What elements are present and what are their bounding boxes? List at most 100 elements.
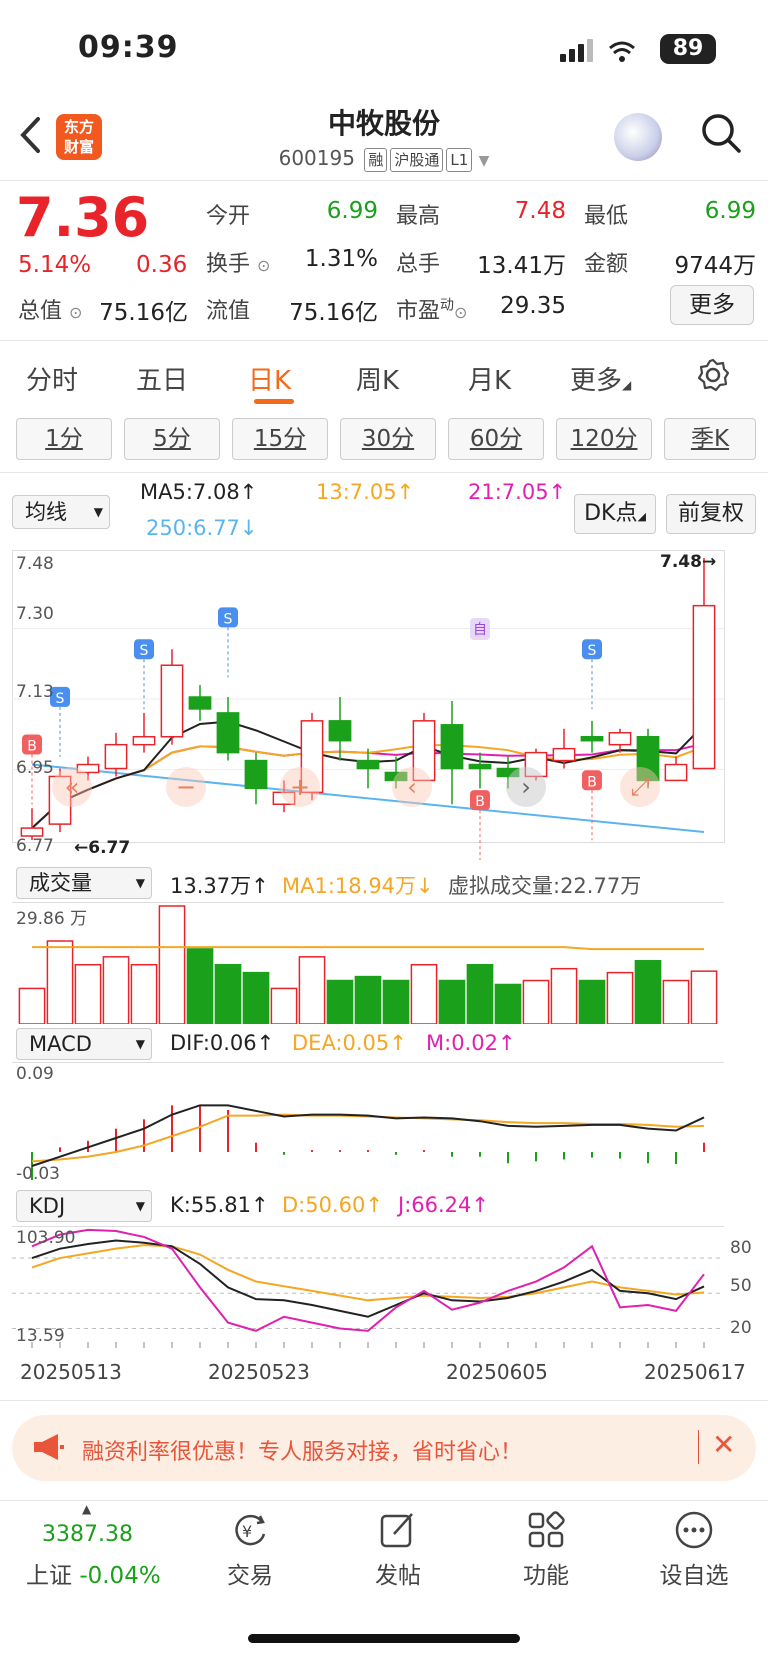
- zi-marker-label: 自: [473, 622, 487, 638]
- tag-l1: L1: [446, 148, 473, 172]
- max-marker: 7.48→: [660, 552, 717, 572]
- nav-trade[interactable]: 交易: [200, 1556, 300, 1590]
- function-icon[interactable]: [526, 1510, 566, 1554]
- axis-label: 7.30: [16, 604, 54, 624]
- period-quarter[interactable]: 季K: [664, 418, 756, 460]
- kdj-k: K:55.81↑: [170, 1193, 269, 1217]
- chart-control-icon: +: [290, 773, 310, 801]
- float-value: 75.16亿: [289, 300, 378, 326]
- nav-post[interactable]: 发帖: [348, 1556, 448, 1590]
- axis-label: 0.09: [16, 1064, 54, 1084]
- candle-body: [188, 696, 212, 710]
- active-tab-indicator: [254, 399, 294, 404]
- tab-monthly-k[interactable]: 月K: [468, 360, 511, 397]
- tab-intraday[interactable]: 分时: [26, 360, 78, 397]
- candle-body: [692, 604, 716, 770]
- period-1min[interactable]: 1分: [16, 418, 112, 460]
- tab-more[interactable]: 更多◢: [570, 360, 631, 397]
- kdj-j: J:66.24↑: [398, 1193, 489, 1217]
- volume-bar: [466, 963, 494, 1024]
- index-value[interactable]: 3387.38: [42, 1522, 133, 1547]
- kdj-chart[interactable]: [12, 1226, 756, 1350]
- candle-body: [356, 759, 380, 770]
- volume-bar: [690, 970, 718, 1024]
- volume-bar: [74, 963, 102, 1024]
- index-change[interactable]: 上证 -0.04%: [26, 1556, 161, 1590]
- tab-daily-k[interactable]: 日K: [248, 360, 291, 397]
- volume-chart[interactable]: [12, 902, 756, 1024]
- candle-body: [244, 759, 268, 790]
- kline-chart[interactable]: S S S S B B B 自 « − + ‹ › ⤢: [12, 550, 756, 860]
- chart-control-icon: «: [65, 773, 80, 801]
- volume-value: 13.37万↑: [170, 874, 269, 898]
- kdj-k-line: [31, 1239, 705, 1318]
- post-icon[interactable]: [378, 1510, 418, 1554]
- candle-body: [580, 735, 604, 742]
- min-marker: ←6.77: [74, 838, 131, 858]
- trade-icon[interactable]: ¥: [230, 1510, 270, 1554]
- settings-icon[interactable]: [696, 358, 730, 396]
- caret-up-icon: ▲: [82, 1502, 92, 1516]
- nav-add-watchlist[interactable]: 设自选: [644, 1556, 744, 1590]
- dropdown-icon: ▼: [478, 153, 490, 169]
- volume-bar: [550, 967, 578, 1024]
- mktcap-label[interactable]: 总值 ⊙: [18, 293, 82, 325]
- amount-value: 9744万: [674, 253, 756, 279]
- ma250-value: 250:6.77↓: [146, 516, 258, 540]
- period-120min[interactable]: 120分: [556, 418, 652, 460]
- period-30min[interactable]: 30分: [340, 418, 436, 460]
- b-marker-label: B: [475, 794, 485, 810]
- macd-chart[interactable]: [12, 1062, 756, 1186]
- tag-hk-connect: 沪股通: [390, 148, 444, 172]
- more-dots-icon[interactable]: [674, 1510, 714, 1554]
- period-60min[interactable]: 60分: [448, 418, 544, 460]
- search-icon[interactable]: [700, 112, 742, 158]
- volume-bar: [410, 963, 438, 1024]
- candle-body: [664, 763, 688, 782]
- volume-bar: [46, 940, 74, 1024]
- date-label: 20250523: [208, 1360, 310, 1384]
- pe-label[interactable]: 市盈动⊙: [396, 293, 467, 325]
- b-marker-label: B: [587, 774, 597, 790]
- volume-bar: [354, 975, 382, 1024]
- adjust-button[interactable]: 前复权: [666, 494, 756, 534]
- volume-select[interactable]: 成交量 ▼: [16, 867, 152, 899]
- volume-label: 总手: [396, 252, 441, 277]
- banner-text: 融资利率很优惠！专人服务对接，省时省心！: [82, 1440, 523, 1465]
- candle-body: [20, 827, 44, 837]
- signal-icon: [560, 38, 650, 68]
- close-icon[interactable]: ✕: [712, 1428, 735, 1461]
- s-marker-label: S: [140, 643, 149, 659]
- divider: [0, 472, 768, 473]
- tab-five-day[interactable]: 五日: [136, 360, 188, 397]
- ma-select[interactable]: 均线 ▼: [12, 495, 110, 529]
- candle-body: [552, 747, 576, 762]
- s-marker-label: S: [56, 691, 65, 707]
- turnover-label[interactable]: 换手 ⊙: [206, 246, 270, 278]
- last-price: 7.36: [16, 186, 150, 249]
- candle-body: [132, 735, 156, 746]
- kdj-select[interactable]: KDJ ▼: [16, 1190, 152, 1222]
- candle-body: [104, 743, 128, 770]
- nav-function[interactable]: 功能: [496, 1556, 596, 1590]
- low-label: 最低: [584, 204, 629, 229]
- axis-label: 29.86 万: [16, 909, 88, 929]
- robot-avatar-icon[interactable]: [614, 113, 662, 161]
- more-button[interactable]: 更多: [670, 285, 754, 325]
- dk-point-button[interactable]: DK点◢: [574, 494, 656, 534]
- status-time: 09:39: [78, 30, 179, 65]
- axis-label: 6.77: [16, 836, 54, 856]
- virtual-volume: 虚拟成交量:22.77万: [448, 874, 642, 898]
- volume-bar: [242, 971, 270, 1024]
- candle-body: [216, 712, 240, 754]
- macd-select[interactable]: MACD ▼: [16, 1028, 152, 1060]
- info-icon: ⊙: [69, 303, 83, 322]
- volume-ma-line: [32, 946, 704, 951]
- period-15min[interactable]: 15分: [232, 418, 328, 460]
- tab-weekly-k[interactable]: 周K: [356, 360, 399, 397]
- macd-dif: DIF:0.06↑: [170, 1031, 275, 1055]
- dif-line: [31, 1104, 705, 1167]
- volume-bar: [662, 979, 690, 1024]
- period-5min[interactable]: 5分: [124, 418, 220, 460]
- macd-dea: DEA:0.05↑: [292, 1031, 407, 1055]
